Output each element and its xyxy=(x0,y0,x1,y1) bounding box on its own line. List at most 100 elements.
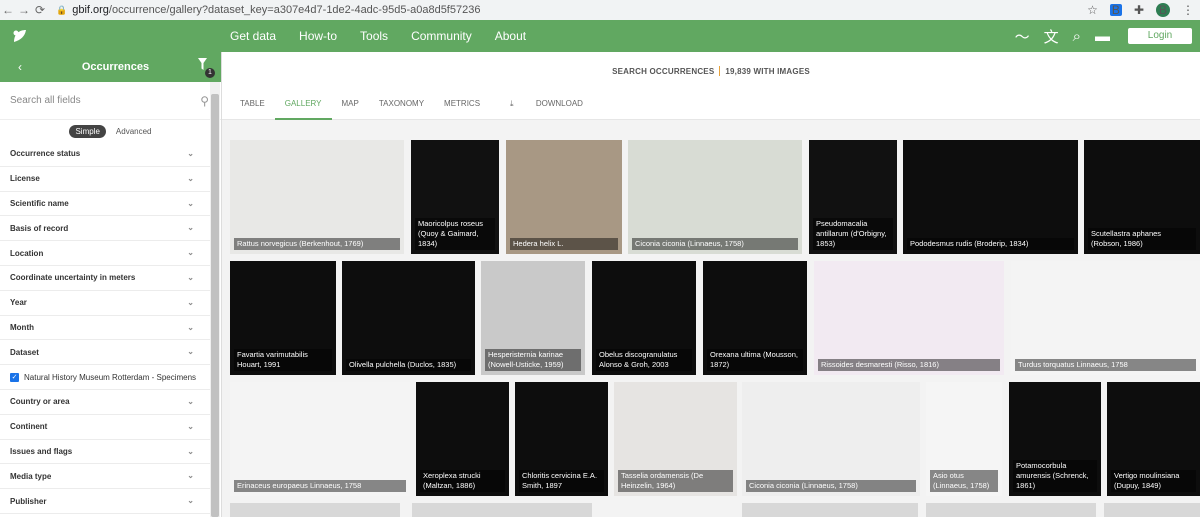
gallery-image-tile[interactable]: Maoricolpus roseus (Quoy & Gaimard, 1834… xyxy=(411,140,499,254)
image-gallery: Rattus norvegicus (Berkenhout, 1769) Maor… xyxy=(222,120,1200,517)
gallery-image-tile[interactable]: Tasselia ordamensis (De Heinzelin, 1964) xyxy=(614,382,737,496)
gallery-image-tile[interactable]: Vertigo moulinsiana (Dupuy, 1849) xyxy=(1107,382,1200,496)
extensions-puzzle-icon[interactable]: ✚ xyxy=(1134,3,1144,17)
browser-chrome: ← → ⟳ 🔒 gbif.org /occurrence/gallery?dat… xyxy=(0,0,1200,20)
reload-icon[interactable]: ⟳ xyxy=(32,3,48,17)
filter-icon[interactable]: 1 xyxy=(198,58,215,78)
chevron-down-icon: ⌄ xyxy=(187,272,194,282)
dataset-selected-option[interactable]: ✓ Natural History Museum Rotterdam - Spec… xyxy=(0,365,210,390)
gallery-image-tile[interactable]: Ciconia ciconia (Linnaeus, 1758) xyxy=(742,382,920,496)
filter-continent[interactable]: Continent ⌄ xyxy=(0,415,210,440)
divider xyxy=(719,66,721,76)
bookmark-star-icon[interactable]: ☆ xyxy=(1087,3,1098,17)
tab-gallery[interactable]: GALLERY xyxy=(274,90,332,120)
filter-year[interactable]: Year ⌄ xyxy=(0,291,210,316)
gallery-image-tile[interactable]: Potamocorbula amurensis (Schrenck, 1861) xyxy=(1009,382,1101,496)
gallery-image-tile[interactable]: Hedera helix L. xyxy=(506,140,622,254)
filter-country-or-area[interactable]: Country or area ⌄ xyxy=(0,390,210,415)
image-caption: Favartia varimutabilis Houart, 1991 xyxy=(234,349,332,371)
back-arrow-icon[interactable]: ← xyxy=(0,3,16,17)
gallery-image-tile[interactable] xyxy=(412,503,592,517)
gallery-image-tile[interactable]: Xeroplexa strucki (Maltzan, 1886) xyxy=(416,382,509,496)
extension-icon[interactable]: B xyxy=(1109,4,1122,16)
gallery-image-tile[interactable]: Asio otus (Linnaeus, 1758) xyxy=(926,382,1002,496)
gallery-image-tile[interactable] xyxy=(230,503,400,517)
tab-table[interactable]: TABLE xyxy=(230,90,275,120)
chevron-down-icon: ⌄ xyxy=(187,471,194,481)
nav-community[interactable]: Community xyxy=(411,29,472,43)
dataset-option-label: Natural History Museum Rotterdam - Speci… xyxy=(24,372,197,382)
top-navigation: Get data How-to Tools Community About 〜 … xyxy=(0,20,1200,52)
search-icon[interactable]: ⌕ xyxy=(1073,28,1081,45)
gallery-image-tile[interactable] xyxy=(742,503,918,517)
chevron-left-icon[interactable]: ‹ xyxy=(0,60,40,74)
image-caption: Maoricolpus roseus (Quoy & Gaimard, 1834… xyxy=(415,218,495,250)
tab-map[interactable]: MAP xyxy=(332,90,369,120)
filter-publisher[interactable]: Publisher ⌄ xyxy=(0,489,210,514)
gallery-image-tile[interactable] xyxy=(1104,503,1200,517)
filter-label: Occurrence status xyxy=(10,149,81,159)
login-button[interactable]: Login xyxy=(1128,28,1192,44)
gallery-image-tile[interactable]: Scutellastra aphanes (Robson, 1986) xyxy=(1084,140,1200,254)
translate-icon[interactable]: 文 xyxy=(1044,26,1059,47)
scrollbar-thumb[interactable] xyxy=(211,94,219,517)
gallery-image-tile[interactable]: Ciconia ciconia (Linnaeus, 1758) xyxy=(628,140,802,254)
checkbox-checked-icon[interactable]: ✓ xyxy=(10,372,19,382)
search-input[interactable]: Search all fields xyxy=(10,95,200,106)
filter-occurrence-status[interactable]: Occurrence status ⌄ xyxy=(0,142,210,167)
tab-taxonomy[interactable]: TAXONOMY xyxy=(369,90,434,120)
nav-how-to[interactable]: How-to xyxy=(299,29,337,43)
avatar[interactable]: B xyxy=(1156,3,1170,17)
gallery-image-tile[interactable]: Chloritis cervicina E.A. Smith, 1897 xyxy=(515,382,608,496)
filter-dataset[interactable]: Dataset ⌄ xyxy=(0,340,210,366)
filter-scientific-name[interactable]: Scientific name ⌄ xyxy=(0,192,210,217)
address-bar[interactable]: 🔒 gbif.org /occurrence/gallery?dataset_k… xyxy=(56,4,480,16)
activity-pulse-icon[interactable]: 〜 xyxy=(1015,26,1030,47)
filter-label: Dataset xyxy=(10,347,39,357)
filter-issues-and-flags[interactable]: Issues and flags ⌄ xyxy=(0,440,210,465)
filter-license[interactable]: License ⌄ xyxy=(0,167,210,192)
gbif-logo-icon[interactable] xyxy=(0,28,40,44)
image-caption: Erinaceus europaeus Linnaeus, 1758 xyxy=(234,480,406,492)
gallery-image-tile[interactable]: Pseudomacalia antillarum (d'Orbigny, 185… xyxy=(809,140,897,254)
mode-simple[interactable]: Simple xyxy=(69,124,106,138)
filter-location[interactable]: Location ⌄ xyxy=(0,241,210,266)
filter-coordinate-uncertainty[interactable]: Coordinate uncertainty in meters ⌄ xyxy=(0,266,210,291)
gallery-image-tile[interactable]: Favartia varimutabilis Houart, 1991 xyxy=(230,261,336,375)
sidebar-header: ‹ Occurrences 1 xyxy=(0,52,221,82)
gallery-image-tile[interactable]: Turdus torquatus Linnaeus, 1758 xyxy=(1011,261,1200,375)
gallery-image-tile[interactable]: Rattus norvegicus (Berkenhout, 1769) xyxy=(230,140,404,254)
gallery-image-tile[interactable]: Pododesmus rudis (Broderip, 1834) xyxy=(903,140,1078,254)
image-caption: Asio otus (Linnaeus, 1758) xyxy=(930,470,998,492)
forward-arrow-icon[interactable]: → xyxy=(16,3,32,17)
mode-advanced[interactable]: Advanced xyxy=(116,127,152,136)
chevron-down-icon: ⌄ xyxy=(187,347,194,357)
gallery-image-tile[interactable]: Rissoides desmaresti (Risso, 1816) xyxy=(814,261,1004,375)
feedback-comment-icon[interactable]: ▬ xyxy=(1095,28,1110,45)
filter-month[interactable]: Month ⌄ xyxy=(0,316,210,341)
gallery-image-tile[interactable]: Olivella pulchella (Duclos, 1835) xyxy=(342,261,475,375)
filter-label: Basis of record xyxy=(10,223,69,233)
gallery-image-tile[interactable]: Obelus discogranulatus Alonso & Groh, 20… xyxy=(592,261,696,375)
tab-metrics[interactable]: METRICS xyxy=(434,90,490,120)
results-summary: SEARCH OCCURRENCES 19,839 WITH IMAGES xyxy=(222,52,1200,90)
filter-media-type[interactable]: Media type ⌄ xyxy=(0,464,210,490)
gallery-image-tile[interactable]: Hesperisternia karinae (Nowell-Usticke, … xyxy=(481,261,585,375)
more-menu-icon[interactable]: ⋮ xyxy=(1182,3,1194,17)
nav-get-data[interactable]: Get data xyxy=(230,29,276,43)
sidebar-scrollbar[interactable] xyxy=(210,82,220,517)
nav-about[interactable]: About xyxy=(495,29,526,43)
search-icon[interactable]: ⚲ xyxy=(200,94,209,108)
search-all-fields[interactable]: Search all fields ⚲ xyxy=(0,82,221,120)
chevron-down-icon: ⌄ xyxy=(187,248,194,258)
nav-tools[interactable]: Tools xyxy=(360,29,388,43)
chevron-down-icon: ⌄ xyxy=(187,198,194,208)
filter-label: Month xyxy=(10,322,34,332)
tab-download[interactable]: ⤓ DOWNLOAD xyxy=(490,90,603,120)
filter-basis-of-record[interactable]: Basis of record ⌄ xyxy=(0,216,210,242)
gallery-image-tile[interactable] xyxy=(926,503,1096,517)
gallery-image-tile[interactable]: Orexana ultima (Mousson, 1872) xyxy=(703,261,807,375)
sidebar-title: Occurrences xyxy=(81,61,150,73)
image-caption: Xeroplexa strucki (Maltzan, 1886) xyxy=(420,470,505,492)
gallery-image-tile[interactable]: Erinaceus europaeus Linnaeus, 1758 xyxy=(230,382,410,496)
